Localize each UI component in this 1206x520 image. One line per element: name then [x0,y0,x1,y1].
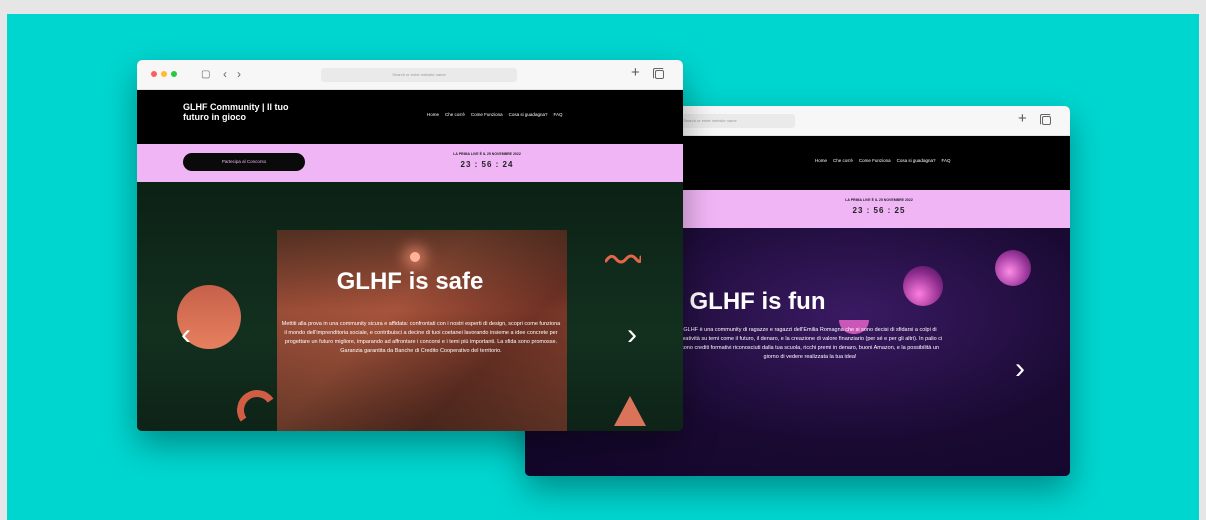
chevron-left-icon[interactable]: ‹ [181,320,191,350]
address-bar[interactable]: Search or enter website name [321,68,517,82]
nav-come-funziona[interactable]: Come Funziona [471,112,503,117]
nav-che-cose[interactable]: Che cos'è [445,112,465,117]
countdown-timer: 23 : 56 : 24 [460,160,514,169]
maximize-icon[interactable] [171,71,177,77]
nav-faq[interactable]: FAQ [553,112,562,117]
copy-icon[interactable] [1040,114,1051,125]
nav-che-cose[interactable]: Che cos'è [833,158,853,163]
countdown-bar: Partecipa al Concorso LA PRIMA LIVE È IL… [137,144,683,182]
site-nav: GLHF Community | Il tuo futuro in gioco … [137,90,683,144]
triangle-shape [614,396,646,426]
chevron-left-icon[interactable]: ‹ [223,67,227,81]
hero-slide-safe: GLHF is safe Mettiti alla prova in una c… [137,182,683,431]
sidebar-icon[interactable]: ▢ [201,68,210,82]
slide-text: GLHF è una community di ragazze e ragazz… [677,327,943,360]
background: Search or enter website name + Home Che … [7,14,1199,520]
brand-logo[interactable]: GLHF Community | Il tuo futuro in gioco [183,102,313,122]
moon-shape [995,250,1031,286]
countdown-title: LA PRIMA LIVE È IL 25 NOVEMBRE 2022 [453,152,521,156]
countdown-timer: 23 : 56 : 25 [852,206,906,215]
light-spot [410,252,420,262]
nav-home[interactable]: Home [815,158,827,163]
nav-menu: Home Che cos'è Come Funziona Cosa si gua… [815,158,950,163]
nav-faq[interactable]: FAQ [941,158,950,163]
partecipa-button[interactable]: Partecipa al Concorso [183,153,305,171]
nav-home[interactable]: Home [427,112,439,117]
window-controls [151,71,177,77]
chevron-right-icon[interactable]: › [237,67,241,81]
slide-text: Mettiti alla prova in una community sicu… [281,321,561,354]
close-icon[interactable] [151,71,157,77]
nav-menu: Home Che cos'è Come Funziona Cosa si gua… [427,112,562,117]
nav-cosa-si-guadagna[interactable]: Cosa si guadagna? [509,112,548,117]
slide-title: GLHF is safe [336,268,484,295]
nav-come-funziona[interactable]: Come Funziona [859,158,891,163]
countdown-title: LA PRIMA LIVE È IL 25 NOVEMBRE 2022 [845,198,913,202]
minimize-icon[interactable] [161,71,167,77]
browser-toolbar: ▢ ‹ › Search or enter website name + [137,60,683,90]
plus-icon[interactable]: + [631,64,640,81]
chevron-right-icon[interactable]: › [1015,354,1025,384]
arc-shape [233,386,281,431]
wave-shape [605,254,641,264]
copy-icon[interactable] [653,68,664,79]
browser-window-safe: ▢ ‹ › Search or enter website name + GLH… [137,60,683,431]
nav-cosa-si-guadagna[interactable]: Cosa si guadagna? [897,158,936,163]
plus-icon[interactable]: + [1018,110,1027,127]
chevron-right-icon[interactable]: › [627,320,637,350]
